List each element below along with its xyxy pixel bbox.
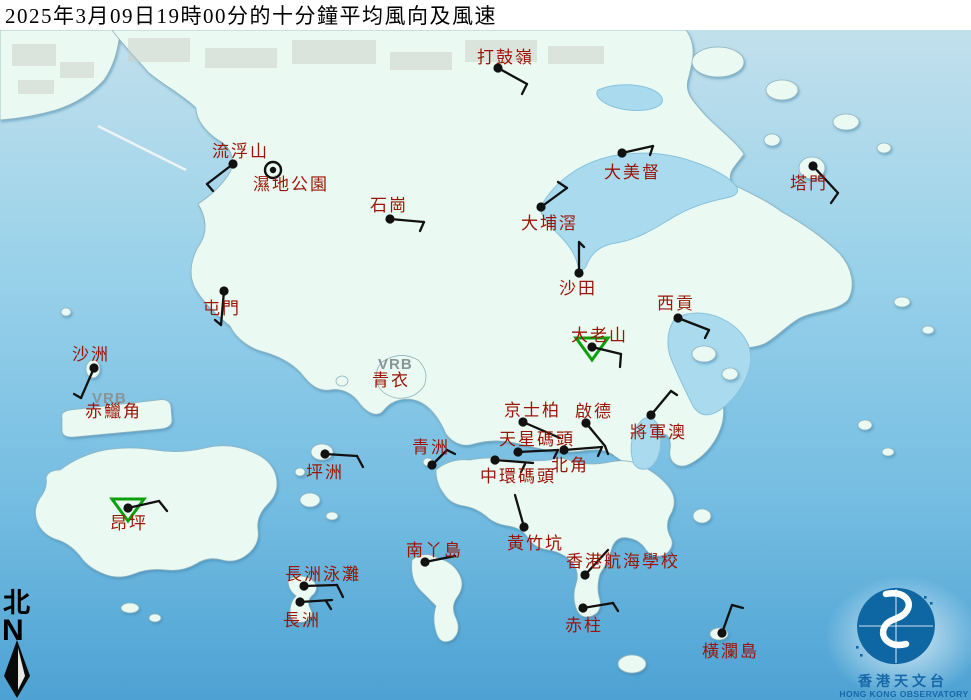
station-label: 沙田 (559, 279, 597, 298)
map-title: 2025年3月09日19時00分的十分鐘平均風向及風速 (5, 4, 497, 28)
station-label: 南丫島 (406, 541, 463, 560)
station-label: 橫瀾島 (702, 642, 759, 661)
station-label: 黃竹坑 (507, 534, 564, 553)
station-dot (574, 268, 584, 278)
station-label: 坪洲 (306, 463, 344, 482)
station-dot (89, 363, 99, 373)
station-dot (320, 449, 330, 459)
station-label: 長洲泳灘 (285, 565, 361, 584)
station-label: 中環碼頭 (480, 467, 556, 486)
station-label: 濕地公園 (253, 175, 329, 194)
logo-english-name: HONG KONG OBSERVATORY (839, 689, 968, 699)
station-dot (646, 410, 656, 420)
station-label: 青洲 (412, 438, 450, 457)
station-label: 長洲 (283, 611, 321, 630)
station-label: 西貢 (657, 294, 695, 313)
station-tsing-yi: VRB青衣 (372, 356, 412, 390)
station-dot (123, 503, 133, 513)
north-n-label: N (2, 614, 24, 647)
station-label: 京士柏 (504, 401, 561, 420)
station-label: 香港航海學校 (566, 552, 680, 571)
station-label: 啟德 (575, 402, 613, 421)
station-label: 大美督 (604, 163, 661, 182)
station-dot (559, 445, 569, 455)
station-dot (490, 455, 500, 465)
station-dot (219, 286, 229, 296)
station-label: 赤柱 (565, 616, 603, 635)
map-canvas: 打鼓嶺流浮山濕地公園石崗大美督大埔滘塔門沙田屯門沙洲VRB赤鱲角VRB青衣西貢大… (0, 28, 971, 700)
station-dot (385, 214, 395, 224)
station-label: 沙洲 (72, 345, 110, 364)
station-dot (717, 628, 727, 638)
wind-barb (302, 583, 339, 588)
station-label: 塔門 (790, 174, 828, 193)
station-dot (578, 603, 588, 613)
station-label: 將軍澳 (630, 423, 687, 442)
station-dot (673, 313, 683, 323)
station-label: 青衣 (372, 371, 410, 390)
title-bar: 2025年3月09日19時00分的十分鐘平均風向及風速 (0, 0, 971, 30)
station-label: 石崗 (370, 196, 408, 215)
station-dot (295, 597, 305, 607)
station-dot (580, 570, 590, 580)
station-dot (427, 460, 437, 470)
station-dot (808, 161, 818, 171)
station-label: 大老山 (571, 326, 628, 345)
station-label: 流浮山 (212, 142, 269, 161)
logo-chinese-name: 香港天文台 (857, 673, 948, 690)
station-dot (519, 522, 529, 532)
station-dot (617, 148, 627, 158)
station-label: 北角 (551, 456, 589, 475)
station-dot (536, 202, 546, 212)
station-label: 打鼓嶺 (477, 48, 534, 67)
station-dot (269, 166, 277, 174)
station-label: 昂坪 (110, 514, 148, 533)
wind-map-screen: 打鼓嶺 流浮山 濕地公園 石崗 大美督 大埔滘 塔門 沙田 屯門 沙洲 VRB 赤鱲角 VRB 青衣 西貢大… (0, 0, 971, 700)
station-label: 赤鱲角 (85, 402, 142, 421)
station-label: 大埔滘 (521, 214, 578, 233)
station-label: 屯門 (203, 299, 241, 318)
wind-barb (618, 352, 623, 369)
